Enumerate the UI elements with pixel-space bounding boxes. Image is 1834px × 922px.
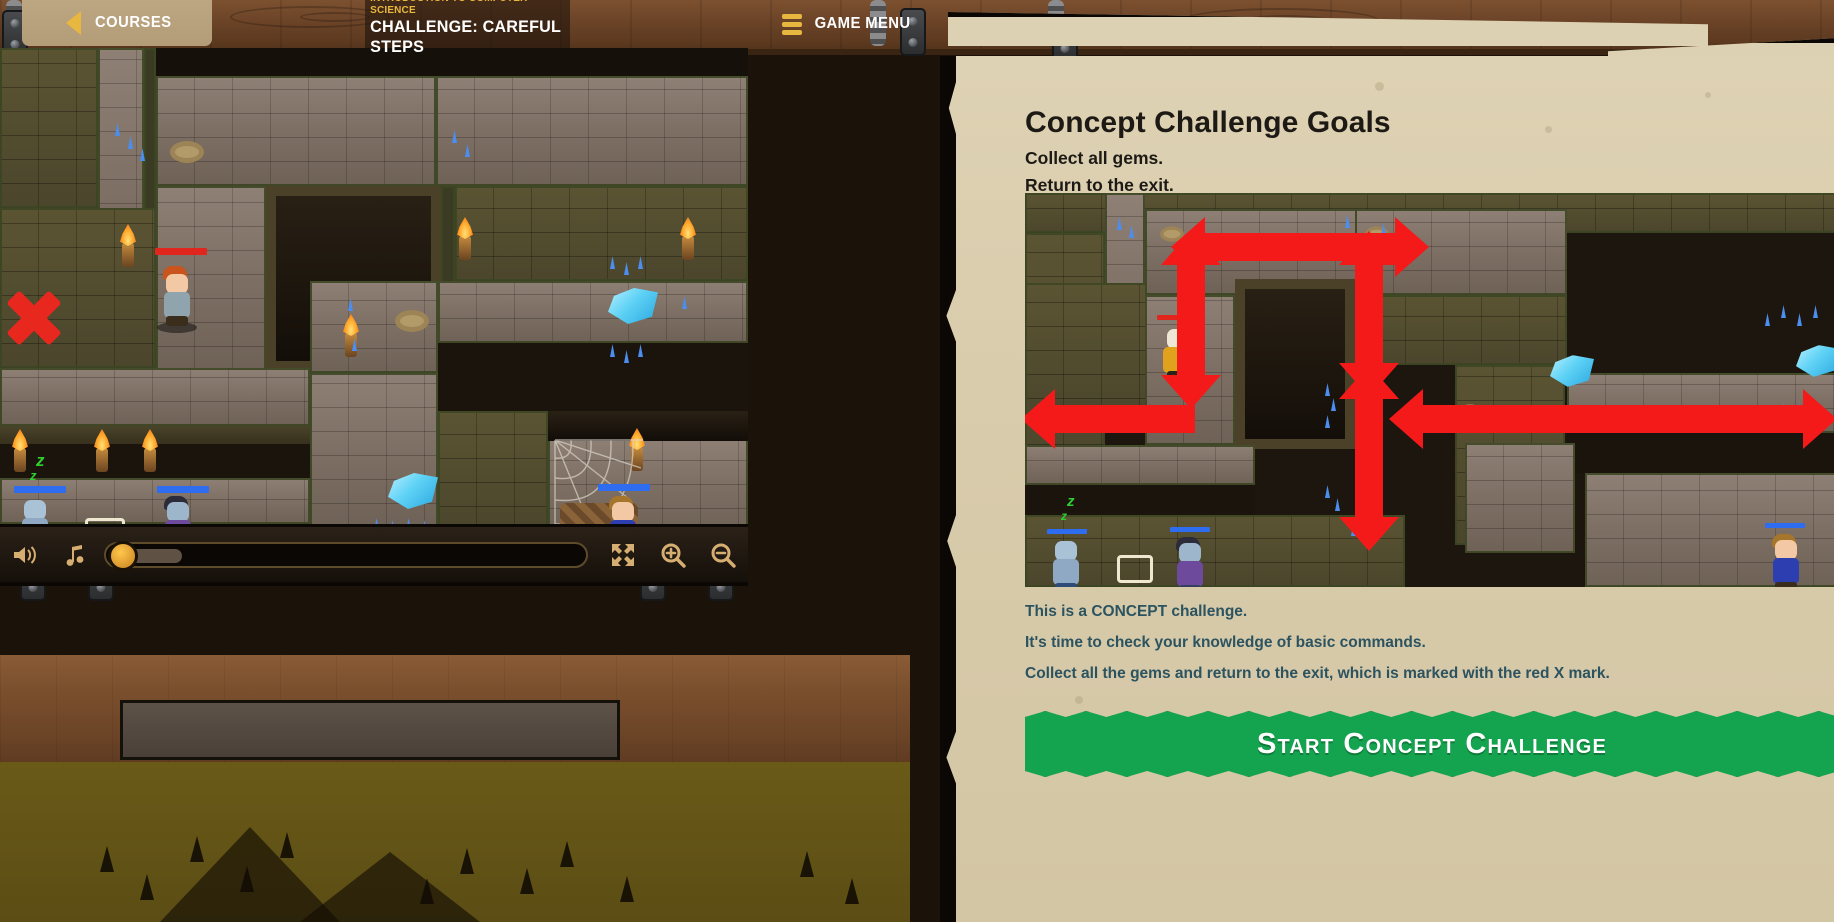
panel-title: Concept Challenge Goals bbox=[1025, 106, 1391, 139]
challenge-title-block: INTRODUCTION TO COMPUTER SCIENCE CHALLEN… bbox=[365, 0, 570, 56]
arrowhead-down bbox=[1339, 517, 1399, 551]
arrowhead-up bbox=[1161, 231, 1221, 265]
magnifier-plus-icon bbox=[661, 543, 686, 568]
fullscreen-button[interactable] bbox=[598, 524, 648, 586]
arrowhead-right bbox=[1803, 389, 1834, 449]
challenge-title: CHALLENGE: CAREFUL STEPS bbox=[370, 16, 561, 56]
arrowhead-down bbox=[1161, 375, 1221, 409]
game-control-bar bbox=[0, 524, 748, 586]
top-bar: COURSES INTRODUCTION TO COMPUTER SCIENCE… bbox=[0, 0, 1834, 56]
chest bbox=[1117, 555, 1153, 583]
concept-preview-image: z z bbox=[1025, 193, 1834, 587]
speaker-icon bbox=[14, 545, 36, 564]
description-line-1: It's time to check your knowledge of bas… bbox=[1025, 634, 1426, 651]
music-note-icon bbox=[66, 544, 84, 566]
goal-item-0: Collect all gems. bbox=[1025, 148, 1164, 168]
paper-sheet: Concept Challenge Goals Collect all gems… bbox=[940, 56, 1834, 922]
arrowhead-left bbox=[1389, 389, 1423, 449]
view-controls bbox=[598, 524, 748, 586]
description-line-0: This is a CONCEPT challenge. bbox=[1025, 603, 1248, 620]
concept-challenge-panel: Concept Challenge Goals Collect all gems… bbox=[908, 0, 1834, 922]
arrow-left-vertical bbox=[1177, 265, 1205, 375]
start-button-label: Start Concept Challenge bbox=[1256, 727, 1608, 760]
description-line-2: Collect all the gems and return to the e… bbox=[1025, 665, 1610, 682]
music-button[interactable] bbox=[50, 524, 100, 586]
zoom-in-button[interactable] bbox=[648, 524, 698, 586]
arrow-exit-left bbox=[1055, 405, 1195, 433]
arrowhead-right bbox=[1395, 217, 1429, 277]
volume-button[interactable] bbox=[0, 524, 50, 586]
arrow-right-vertical-upper bbox=[1355, 265, 1383, 363]
triangle-left-icon bbox=[66, 11, 81, 35]
paper-torn-left-edge bbox=[940, 56, 956, 922]
playback-progress-slider[interactable] bbox=[104, 540, 588, 571]
course-name: INTRODUCTION TO COMPUTER SCIENCE bbox=[370, 0, 527, 16]
game-menu-button[interactable]: GAME MENU bbox=[782, 10, 914, 38]
arrowhead-left bbox=[1025, 389, 1055, 449]
arrow-right-horizontal bbox=[1423, 405, 1803, 433]
hamburger-icon bbox=[782, 13, 802, 35]
game-view[interactable]: z z bbox=[0, 48, 748, 524]
game-menu-label: GAME MENU bbox=[814, 15, 911, 32]
courses-button-label: COURSES bbox=[95, 14, 172, 31]
zoom-out-button[interactable] bbox=[698, 524, 748, 586]
magnifier-minus-icon bbox=[711, 543, 736, 568]
arrowhead-up bbox=[1339, 231, 1399, 265]
progress-knob[interactable] bbox=[108, 540, 138, 571]
background-sign-plank bbox=[120, 700, 620, 760]
fullscreen-icon bbox=[612, 543, 634, 566]
background-dirt-lower bbox=[0, 762, 910, 922]
game-page: COURSES INTRODUCTION TO COMPUTER SCIENCE… bbox=[0, 0, 1834, 922]
exit-x-marker bbox=[2, 286, 66, 350]
start-concept-challenge-button[interactable]: Start Concept Challenge bbox=[1025, 711, 1834, 777]
arrow-right-vertical-lower bbox=[1355, 399, 1383, 517]
courses-button[interactable]: COURSES bbox=[22, 0, 212, 46]
